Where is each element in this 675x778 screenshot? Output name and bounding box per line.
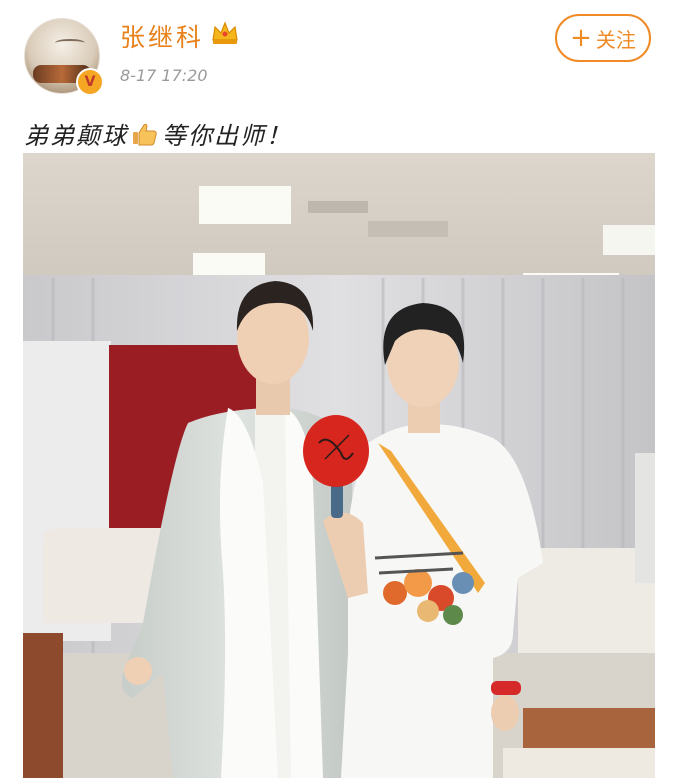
- ceiling-vent: [368, 221, 448, 237]
- post-text-part-2: 等你出师！: [162, 122, 292, 150]
- verified-v-icon: V: [76, 68, 104, 96]
- photo-scene: [23, 153, 655, 778]
- ceiling-light: [199, 186, 291, 224]
- follow-button[interactable]: + 关注: [555, 14, 651, 62]
- thumbs-up-icon: [133, 123, 157, 145]
- post-text-part-1: 弟弟颠球: [24, 122, 128, 150]
- cabinet: [635, 453, 655, 583]
- author-name[interactable]: 张继科: [120, 18, 204, 54]
- plus-icon: +: [570, 23, 592, 53]
- table-cloth: [503, 748, 655, 778]
- ceiling-light: [603, 225, 655, 255]
- post-text: 弟弟颠球 等你出师！: [24, 116, 292, 151]
- crown-icon: [212, 21, 238, 44]
- ceiling: [23, 153, 655, 278]
- post-header: V 张继科 8-17 17:20 + 关注: [0, 0, 675, 100]
- side-table: [23, 633, 63, 778]
- post-photo[interactable]: [23, 153, 655, 778]
- post-timestamp: 8-17 17:20: [120, 66, 208, 85]
- follow-label: 关注: [595, 27, 636, 52]
- ceiling-vent: [308, 201, 368, 213]
- avatar-calligraphy-decoration: [55, 39, 85, 47]
